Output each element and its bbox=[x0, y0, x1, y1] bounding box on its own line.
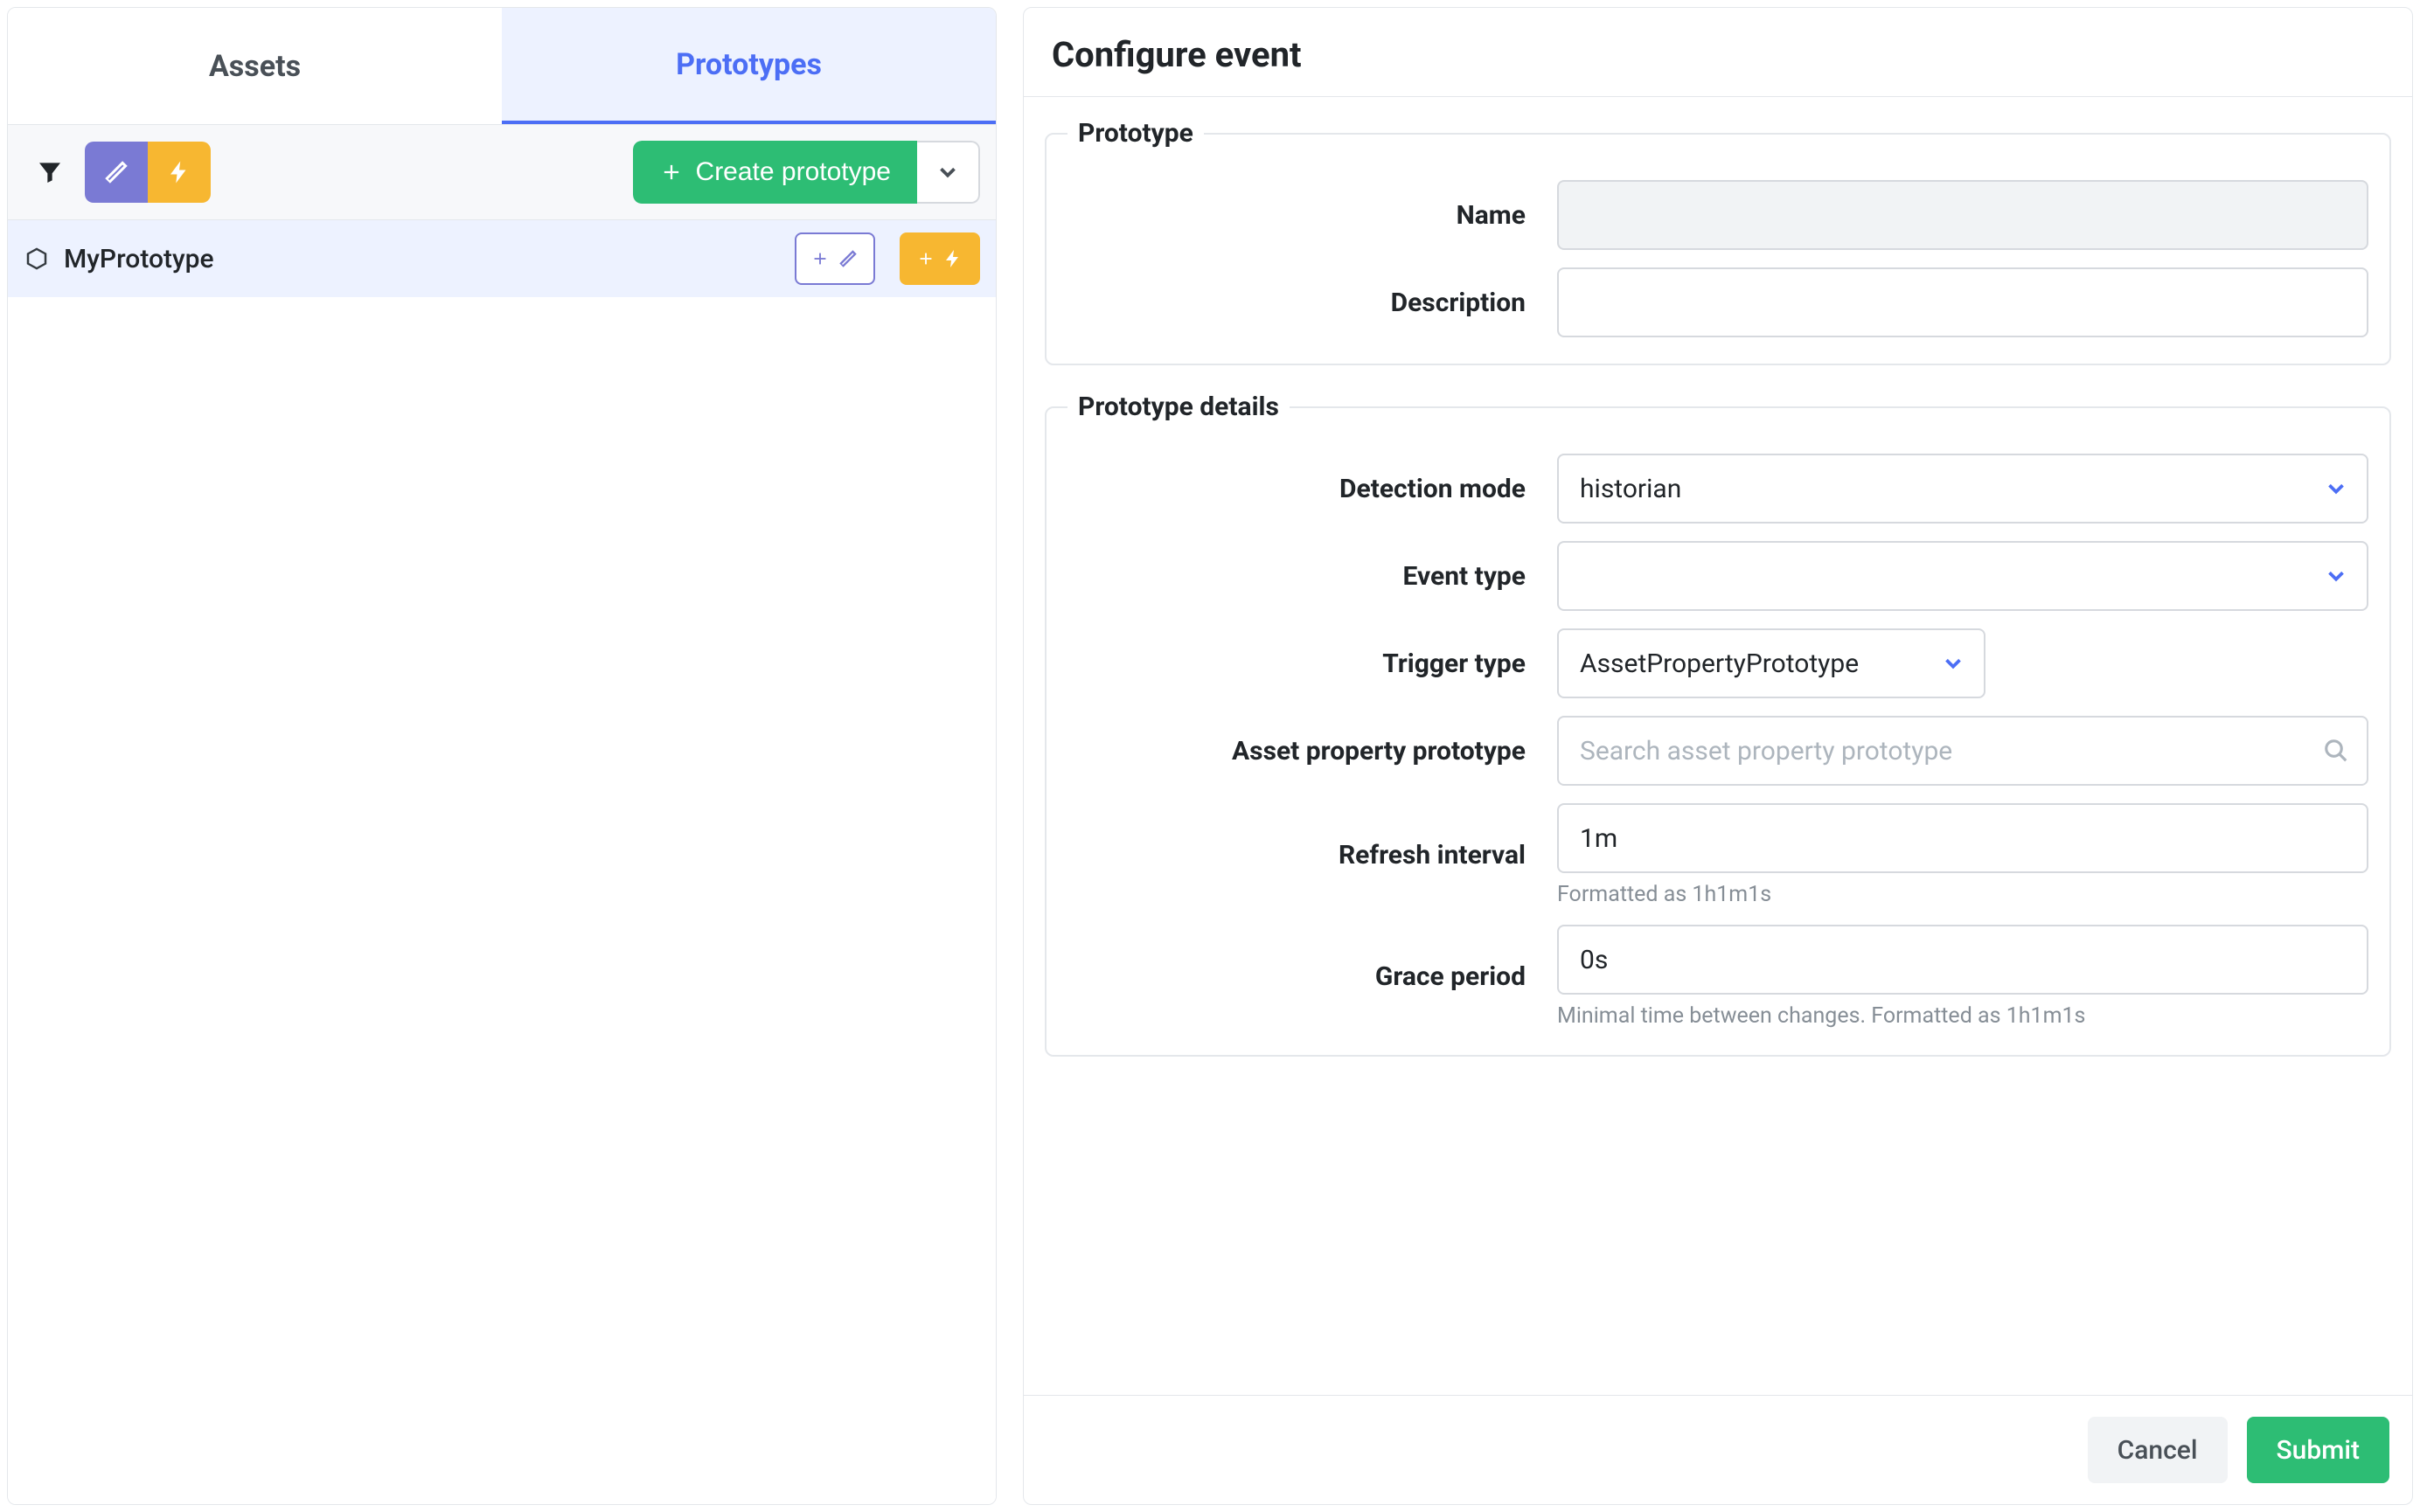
funnel-icon bbox=[36, 158, 64, 186]
plus-icon bbox=[916, 249, 935, 268]
bolt-icon bbox=[166, 159, 192, 185]
cancel-button[interactable]: Cancel bbox=[2088, 1417, 2228, 1483]
cube-icon bbox=[24, 246, 50, 272]
submit-button[interactable]: Submit bbox=[2247, 1417, 2389, 1483]
fieldset-details: Prototype details Detection mode Event t… bbox=[1045, 392, 2391, 1057]
label-description: Description bbox=[1067, 288, 1557, 318]
label-grace-period: Grace period bbox=[1067, 961, 1557, 992]
create-prototype-button[interactable]: Create prototype bbox=[633, 141, 917, 204]
view-events-button[interactable] bbox=[148, 142, 211, 203]
help-refresh: Formatted as 1h1m1s bbox=[1557, 882, 2368, 907]
label-name: Name bbox=[1067, 200, 1557, 231]
asset-property-search[interactable] bbox=[1557, 716, 2368, 786]
create-prototype-dropdown[interactable] bbox=[917, 141, 980, 204]
prototype-list: MyPrototype bbox=[8, 220, 996, 1504]
tab-assets[interactable]: Assets bbox=[8, 8, 502, 124]
help-grace: Minimal time between changes. Formatted … bbox=[1557, 1003, 2368, 1029]
add-measure-button[interactable] bbox=[795, 232, 875, 285]
form-body: Prototype Name Description Prototype det… bbox=[1024, 97, 2412, 1395]
label-trigger-type: Trigger type bbox=[1067, 648, 1557, 679]
description-field[interactable] bbox=[1557, 267, 2368, 337]
bolt-icon bbox=[942, 248, 963, 269]
trigger-type-select[interactable] bbox=[1557, 628, 1985, 698]
app-root: Assets Prototypes bbox=[0, 0, 2420, 1512]
add-event-button[interactable] bbox=[900, 232, 980, 285]
page-title: Configure event bbox=[1024, 8, 2412, 97]
refresh-interval-field[interactable] bbox=[1557, 803, 2368, 873]
fieldset-prototype: Prototype Name Description bbox=[1045, 118, 2391, 365]
label-refresh-interval: Refresh interval bbox=[1067, 840, 1557, 870]
tabs: Assets Prototypes bbox=[8, 8, 996, 125]
row-asset-property: Asset property prototype bbox=[1067, 716, 2368, 786]
legend-details: Prototype details bbox=[1067, 392, 1290, 422]
row-detection-mode: Detection mode bbox=[1067, 454, 2368, 524]
ruler-icon bbox=[837, 247, 859, 270]
event-type-select[interactable] bbox=[1557, 541, 2368, 611]
row-name: Name bbox=[1067, 180, 2368, 250]
grace-period-field[interactable] bbox=[1557, 925, 2368, 995]
row-event-type: Event type bbox=[1067, 541, 2368, 611]
label-asset-property: Asset property prototype bbox=[1067, 736, 1557, 766]
plus-icon bbox=[810, 249, 830, 268]
row-description: Description bbox=[1067, 267, 2368, 337]
view-measure-button[interactable] bbox=[85, 142, 148, 203]
right-panel: Configure event Prototype Name Descripti… bbox=[1023, 7, 2413, 1505]
label-detection-mode: Detection mode bbox=[1067, 474, 1557, 504]
row-grace-period: Grace period Minimal time between change… bbox=[1067, 925, 2368, 1029]
list-item-label: MyPrototype bbox=[64, 244, 214, 274]
filter-button[interactable] bbox=[24, 142, 76, 203]
legend-prototype: Prototype bbox=[1067, 118, 1204, 149]
tab-prototypes[interactable]: Prototypes bbox=[502, 8, 996, 124]
create-prototype-group: Create prototype bbox=[633, 141, 980, 204]
form-footer: Cancel Submit bbox=[1024, 1395, 2412, 1504]
list-item[interactable]: MyPrototype bbox=[8, 220, 996, 297]
label-event-type: Event type bbox=[1067, 561, 1557, 592]
name-field bbox=[1557, 180, 2368, 250]
left-toolbar: Create prototype bbox=[8, 125, 996, 220]
detection-mode-select[interactable] bbox=[1557, 454, 2368, 524]
chevron-down-icon bbox=[935, 159, 961, 185]
plus-icon bbox=[659, 160, 684, 184]
ruler-icon bbox=[101, 157, 131, 187]
left-panel: Assets Prototypes bbox=[7, 7, 997, 1505]
create-prototype-label: Create prototype bbox=[696, 157, 891, 187]
view-toggle-group bbox=[85, 142, 211, 203]
row-trigger-type: Trigger type bbox=[1067, 628, 2368, 698]
row-refresh-interval: Refresh interval Formatted as 1h1m1s bbox=[1067, 803, 2368, 907]
